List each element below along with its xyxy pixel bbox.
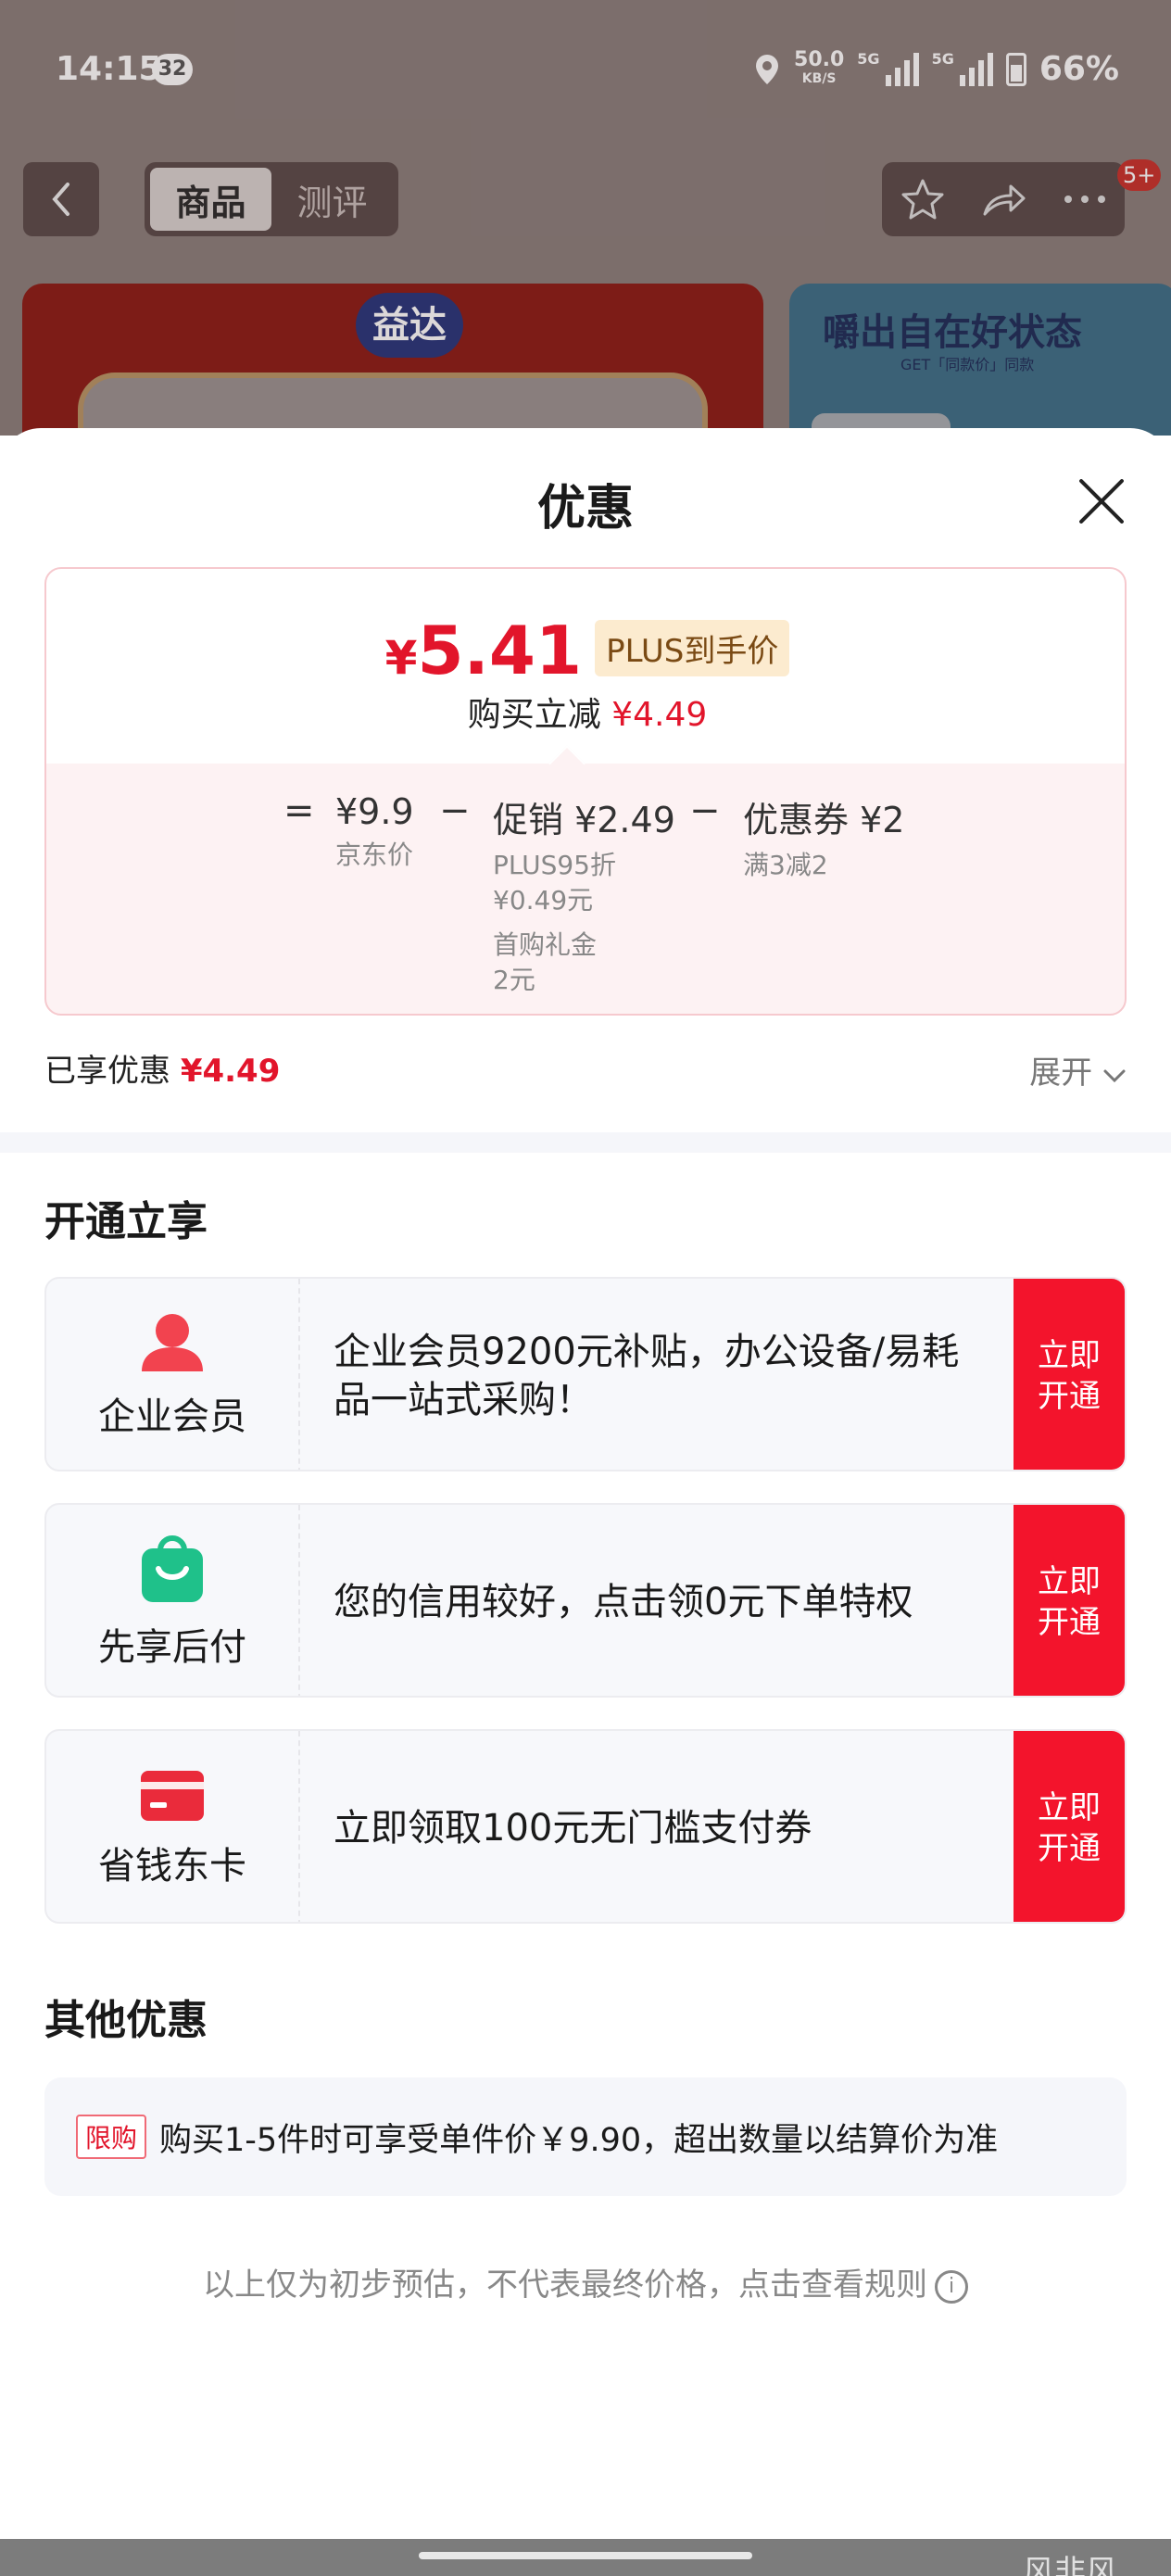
battery-icon: [1005, 52, 1026, 86]
membership-left: 企业会员: [46, 1279, 300, 1470]
membership-name: 企业会员: [98, 1395, 246, 1438]
message-badge: 5+: [1117, 159, 1162, 191]
membership-name: 先享后付: [98, 1626, 246, 1669]
signal-icon-1: [885, 52, 919, 86]
membership-card-paylater[interactable]: 先享后付 您的信用较好，点击领0元下单特权 立即开通: [44, 1503, 1127, 1698]
promo-detail-1: PLUS95折: [493, 850, 616, 880]
promo-detail-4: 2元: [493, 965, 535, 995]
share-icon[interactable]: [981, 181, 1027, 218]
plus-price-tag: PLUS到手价: [595, 620, 790, 676]
membership-name: 省钱东卡: [98, 1845, 246, 1888]
membership-card-savings[interactable]: 省钱东卡 立即领取100元无门槛支付券 立即开通: [44, 1729, 1127, 1924]
status-right: 50.0 KB/S 5G 5G 66%: [753, 47, 1119, 88]
open-now-button[interactable]: 立即开通: [1014, 1279, 1125, 1470]
top-tabs: 商品 测评: [145, 162, 398, 236]
open-section-title: 开通立享: [44, 1198, 208, 1245]
purchase-limit-notice: 限购 购买1-5件时可享受单件价￥9.90，超出数量以结算价为准: [44, 2077, 1127, 2196]
final-price-value: 5.41: [417, 612, 583, 689]
banner-frame: [78, 373, 708, 436]
coupon-block: 优惠券 ¥2 满3减2: [743, 791, 904, 883]
price-card: ¥5.41 PLUS到手价 购买立减 ¥4.49 = ¥9.9 京东价 − 促销…: [44, 567, 1127, 1016]
more-icon[interactable]: [1064, 195, 1106, 204]
minus-sign-1: −: [439, 789, 471, 832]
signal-icon-2: [959, 52, 993, 86]
instant-discount: 购买立减 ¥4.49: [46, 688, 1125, 736]
final-price-row: ¥5.41 PLUS到手价: [46, 612, 1125, 689]
network-type-1: 5G: [857, 50, 880, 68]
tab-product[interactable]: 商品: [150, 168, 271, 231]
navigation-bar: [0, 2539, 1171, 2576]
notification-count-badge: 32: [152, 54, 193, 85]
enjoyed-discount-label: 已享优惠: [44, 1053, 170, 1090]
limit-tag: 限购: [76, 2115, 147, 2159]
star-icon[interactable]: [900, 178, 945, 221]
info-icon[interactable]: i: [935, 2269, 968, 2304]
membership-desc: 企业会员9200元补贴，办公设备/易耗品一站式采购！: [334, 1331, 960, 1421]
network-speed-value: 50.0: [794, 47, 845, 71]
footnote-text: 以上仅为初步预估，不代表最终价格，点击查看规则: [203, 2267, 927, 2304]
card-notch: [548, 745, 586, 782]
membership-desc: 您的信用较好，点击领0元下单特权: [334, 1581, 913, 1623]
instant-discount-label: 购买立减: [467, 696, 601, 734]
instant-discount-value: ¥4.49: [611, 696, 708, 734]
promo-detail-3: 首购礼金: [493, 929, 598, 960]
currency-symbol: ¥: [384, 631, 418, 685]
rules-footnote[interactable]: 以上仅为初步预估，不代表最终价格，点击查看规则 i: [0, 2259, 1171, 2305]
banner-right-title: 嚼出自在好状态: [823, 311, 1082, 354]
banner-left: 益达: [22, 284, 763, 436]
discount-sheet: 优惠 ¥5.41 PLUS到手价 购买立减 ¥4.49 = ¥9.9 京东价 −…: [0, 428, 1171, 2576]
network-speed: 50.0 KB/S: [794, 47, 845, 88]
banner-right: 嚼出自在好状态 GET「同款价」同款: [789, 284, 1171, 436]
location-icon: [756, 54, 779, 84]
status-bar: 14:15 32 50.0 KB/S 5G 5G 66%: [0, 0, 1171, 139]
person-icon: [142, 1314, 203, 1371]
open-now-button[interactable]: 立即开通: [1014, 1731, 1125, 1922]
enjoyed-discount-value: ¥4.49: [180, 1053, 281, 1090]
card-icon: [141, 1771, 204, 1821]
jd-price-block: ¥9.9 京东价: [335, 791, 414, 873]
coupon-detail: 满3减2: [743, 850, 828, 880]
sheet-title: 优惠: [536, 481, 634, 537]
expand-button[interactable]: 展开: [1029, 1047, 1127, 1092]
watermark: 风非风: [1023, 2554, 1117, 2576]
promo-amount: 促销 ¥2.49: [493, 800, 675, 840]
membership-left: 先享后付: [46, 1505, 300, 1696]
membership-desc: 立即领取100元无门槛支付券: [334, 1807, 812, 1850]
brand-logo: 益达: [356, 293, 463, 358]
equals-sign: =: [283, 789, 315, 832]
network-type-2: 5G: [931, 50, 954, 68]
jd-price-label: 京东价: [335, 840, 414, 870]
membership-left: 省钱东卡: [46, 1731, 300, 1922]
section-divider: [0, 1132, 1171, 1153]
home-indicator[interactable]: [419, 2552, 752, 2559]
shopping-bag-icon: [142, 1535, 203, 1602]
top-tools: [882, 162, 1125, 236]
chevron-down-icon: [1103, 1069, 1126, 1083]
battery-percent: 66%: [1039, 50, 1119, 88]
promo-detail-2: ¥0.49元: [493, 885, 594, 915]
minus-sign-2: −: [689, 789, 721, 832]
banner-right-subtitle: GET「同款价」同款: [900, 356, 1035, 373]
network-speed-unit: KB/S: [801, 70, 837, 86]
final-price: ¥5.41: [385, 612, 582, 689]
enjoyed-discount: 已享优惠 ¥4.49: [44, 1045, 280, 1091]
promo-block: 促销 ¥2.49 PLUS95折 ¥0.49元 首购礼金 2元: [493, 791, 675, 998]
open-now-button[interactable]: 立即开通: [1014, 1505, 1125, 1696]
background-page: 14:15 32 50.0 KB/S 5G 5G 66% 商品 测评 5+ 益达: [0, 0, 1171, 436]
chevron-left-icon: [52, 183, 69, 216]
other-section-title: 其他优惠: [44, 1997, 208, 2044]
coupon-amount: 优惠券 ¥2: [743, 800, 905, 840]
limit-text: 购买1-5件时可享受单件价￥9.90，超出数量以结算价为准: [159, 2121, 999, 2159]
tab-review[interactable]: 测评: [271, 168, 393, 231]
close-icon[interactable]: [1077, 476, 1127, 526]
expand-label: 展开: [1029, 1054, 1093, 1092]
status-time: 14:15: [56, 50, 162, 88]
jd-price: ¥9.9: [335, 791, 414, 832]
membership-card-enterprise[interactable]: 企业会员 企业会员9200元补贴，办公设备/易耗品一站式采购！ 立即开通: [44, 1277, 1127, 1471]
back-button[interactable]: [23, 162, 99, 236]
